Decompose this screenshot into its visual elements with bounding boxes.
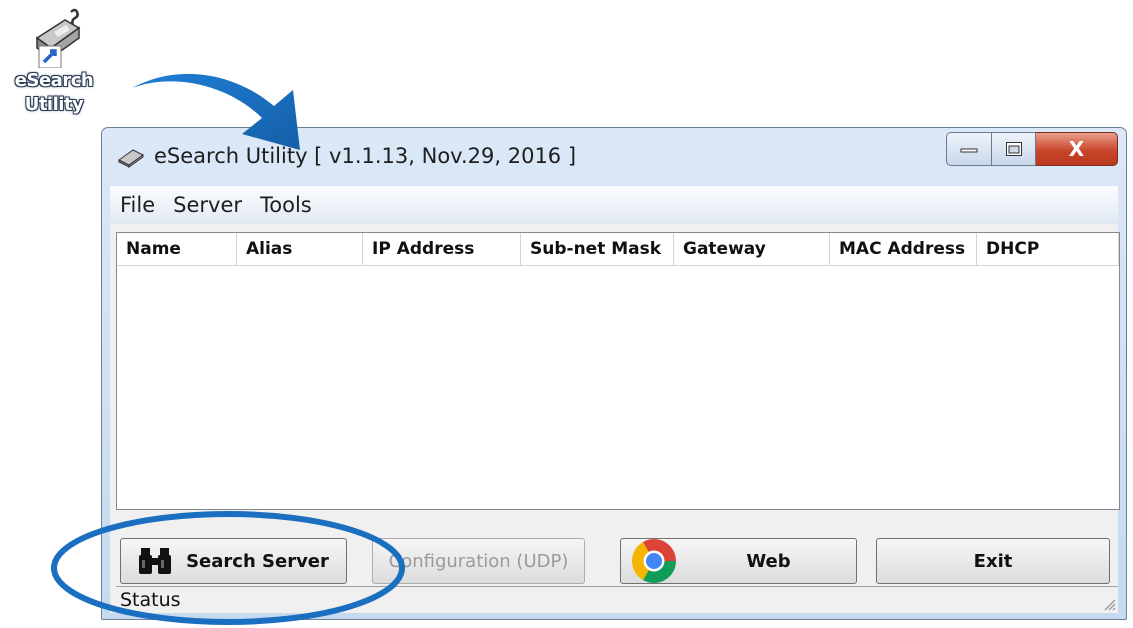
- list-header: Name Alias IP Address Sub-net Mask Gatew…: [117, 233, 1119, 266]
- status-bar: Status: [116, 586, 1118, 613]
- status-text: Status: [120, 589, 181, 611]
- column-header-ip-address[interactable]: IP Address: [363, 233, 521, 265]
- maximize-icon: [1005, 142, 1022, 156]
- desktop-shortcut-label-line-1: eSearch: [14, 70, 94, 91]
- server-list[interactable]: Name Alias IP Address Sub-net Mask Gatew…: [116, 232, 1120, 510]
- column-header-mac-address[interactable]: MAC Address: [830, 233, 977, 265]
- menu-file[interactable]: File: [110, 193, 163, 217]
- configuration-udp-label: Configuration (UDP): [388, 550, 569, 572]
- binoculars-icon: [139, 548, 172, 574]
- close-button[interactable]: X: [1036, 132, 1118, 166]
- column-header-name[interactable]: Name: [117, 233, 237, 265]
- client-area: Name Alias IP Address Sub-net Mask Gatew…: [110, 224, 1120, 613]
- minimize-icon: [960, 148, 978, 153]
- resize-grip-icon[interactable]: [1102, 597, 1116, 611]
- column-header-dhcp[interactable]: DHCP: [977, 233, 1119, 265]
- desktop-shortcut-label-line-2: Utility: [24, 94, 84, 115]
- app-icon[interactable]: [117, 146, 145, 173]
- column-header-alias[interactable]: Alias: [237, 233, 363, 265]
- menu-server[interactable]: Server: [163, 193, 250, 217]
- exit-label: Exit: [973, 550, 1013, 572]
- window-title: eSearch Utility [ v1.1.13, Nov.29, 2016 …: [154, 144, 577, 168]
- column-header-gateway[interactable]: Gateway: [674, 233, 830, 265]
- search-server-button[interactable]: Search Server: [120, 538, 347, 584]
- maximize-button[interactable]: [992, 132, 1036, 166]
- minimize-button[interactable]: [946, 132, 992, 166]
- esearch-utility-window: eSearch Utility [ v1.1.13, Nov.29, 2016 …: [101, 127, 1127, 620]
- chrome-icon: [632, 539, 676, 583]
- caption-buttons: X: [946, 132, 1118, 166]
- web-label: Web: [746, 550, 791, 572]
- search-server-label: Search Server: [186, 550, 329, 572]
- web-button[interactable]: Web: [620, 538, 857, 584]
- menu-bar: File Server Tools: [110, 186, 1118, 224]
- close-icon: X: [1068, 137, 1085, 161]
- column-header-subnet-mask[interactable]: Sub-net Mask: [521, 233, 674, 265]
- desktop-shortcut-esearch[interactable]: eSearch Utility: [8, 6, 100, 116]
- title-bar[interactable]: eSearch Utility [ v1.1.13, Nov.29, 2016 …: [102, 128, 1126, 186]
- esearch-utility-icon: [35, 8, 81, 68]
- exit-button[interactable]: Exit: [876, 538, 1110, 584]
- configuration-udp-button[interactable]: Configuration (UDP): [372, 538, 585, 584]
- menu-tools[interactable]: Tools: [250, 193, 320, 217]
